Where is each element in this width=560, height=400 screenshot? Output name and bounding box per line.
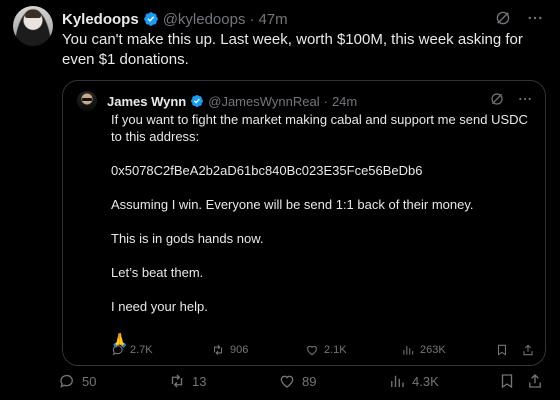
quoted-repost-count: 906: [230, 344, 249, 356]
repost-button[interactable]: 13: [168, 372, 206, 390]
quoted-tweet-text: If you want to fight the market making c…: [111, 111, 535, 349]
quoted-paragraph: Assuming I win. Everyone will be send 1:…: [111, 197, 474, 212]
quoted-share-button[interactable]: [521, 343, 540, 357]
quoted-views-button[interactable]: 263K: [401, 343, 446, 357]
tweet-text: You can't make this up. Last week, worth…: [62, 31, 523, 68]
reply-icon: [112, 345, 123, 356]
quoted-repost-button[interactable]: 906: [211, 343, 248, 357]
reply-icon: [60, 374, 73, 388]
quoted-author-name[interactable]: James Wynn: [107, 94, 186, 109]
reply-button[interactable]: 50: [58, 372, 96, 390]
quoted-paragraph: I need your help.: [111, 299, 208, 314]
author-avatar[interactable]: [13, 6, 53, 46]
more-icon[interactable]: [517, 91, 533, 107]
share-icon: [523, 344, 533, 356]
tweet[interactable]: Kyledoops @kyledoops · 47m You can't mak…: [0, 0, 560, 400]
quoted-post-time[interactable]: 24m: [332, 94, 357, 109]
quoted-reply-button[interactable]: 2.7K: [111, 343, 153, 357]
repost-icon: [213, 344, 223, 356]
views-icon: [403, 345, 414, 355]
like-icon: [280, 375, 294, 388]
share-icon: [529, 374, 541, 388]
more-icon[interactable]: [526, 9, 544, 27]
quoted-like-button[interactable]: 2.1K: [305, 343, 347, 357]
like-count: 89: [302, 373, 317, 389]
grok-icon[interactable]: [489, 91, 505, 107]
bookmark-icon: [501, 374, 513, 389]
post-time[interactable]: 47m: [258, 11, 287, 28]
bookmark-icon: [497, 344, 507, 356]
author-header: Kyledoops @kyledoops · 47m: [62, 9, 288, 29]
view-count: 4.3K: [412, 373, 439, 389]
quoted-author-avatar[interactable]: [77, 91, 97, 111]
wallet-address: 0x5078C2fBeA2b2aD61bc840Bc023E35Fce56BeD…: [111, 163, 423, 178]
tweet-action-bar: 50 13 89 4.3K: [58, 372, 544, 392]
views-button[interactable]: 4.3K: [388, 372, 439, 390]
repost-count: 13: [192, 373, 207, 389]
reply-count: 50: [82, 373, 97, 389]
quoted-paragraph: Let’s beat them.: [111, 265, 204, 280]
verified-badge-icon: [143, 11, 159, 27]
quoted-action-bar: 2.7K 906 2.1K 263K: [111, 341, 535, 359]
views-icon: [391, 375, 404, 387]
quoted-tweet[interactable]: James Wynn @JamesWynnReal · 24m If you w…: [62, 80, 546, 366]
verified-badge-icon: [190, 94, 204, 108]
separator-dot: ·: [249, 10, 255, 28]
like-button[interactable]: 89: [278, 372, 316, 390]
author-handle[interactable]: @kyledoops: [163, 11, 246, 28]
quoted-author-header: James Wynn @JamesWynnReal · 24m: [107, 91, 357, 111]
like-icon: [307, 345, 317, 356]
quoted-reply-count: 2.7K: [130, 344, 153, 356]
quoted-like-count: 2.1K: [324, 344, 347, 356]
quoted-view-count: 263K: [420, 344, 446, 356]
quoted-author-handle[interactable]: @JamesWynnReal: [208, 94, 319, 109]
separator-dot: ·: [323, 93, 328, 109]
tweet-top-actions: [494, 9, 544, 27]
quoted-bookmark-button[interactable]: [495, 343, 514, 357]
quoted-paragraph: If you want to fight the market making c…: [111, 112, 528, 144]
quoted-paragraph: This is in gods hands now.: [111, 231, 264, 246]
share-button[interactable]: [526, 372, 550, 390]
quoted-top-actions: [489, 91, 533, 107]
author-name[interactable]: Kyledoops: [62, 11, 139, 28]
bookmark-button[interactable]: [498, 372, 522, 390]
grok-icon[interactable]: [494, 9, 512, 27]
repost-icon: [171, 374, 183, 388]
